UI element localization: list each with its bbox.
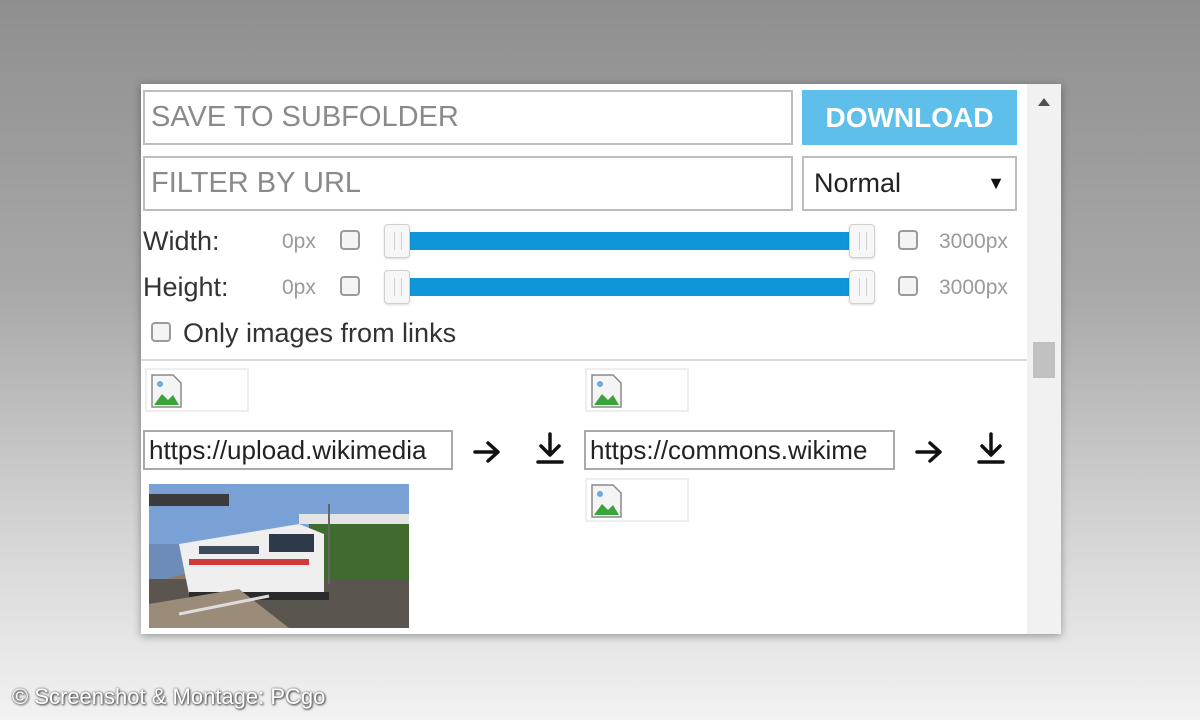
- scrollbar[interactable]: [1027, 84, 1061, 634]
- width-min-handle[interactable]: [384, 224, 410, 258]
- chevron-down-icon: ▼: [987, 173, 1005, 193]
- broken-image-icon: [591, 484, 622, 518]
- filter-mode-value: Normal: [814, 168, 902, 198]
- height-label: Height:: [143, 272, 229, 302]
- image-credit: © Screenshot & Montage: PCgo: [12, 684, 326, 709]
- download-icon[interactable]: [533, 430, 567, 466]
- width-max-checkbox[interactable]: [898, 230, 918, 250]
- width-min-checkbox[interactable]: [340, 230, 360, 250]
- chevron-up-icon[interactable]: [1038, 98, 1050, 106]
- width-slider-track[interactable]: [391, 232, 865, 250]
- width-min-value: 0px: [282, 230, 316, 253]
- arrow-right-icon[interactable]: [913, 434, 947, 470]
- height-slider-track[interactable]: [391, 278, 865, 296]
- arrow-right-icon[interactable]: [471, 434, 505, 470]
- height-min-value: 0px: [282, 276, 316, 299]
- height-min-checkbox[interactable]: [340, 276, 360, 296]
- broken-image-icon: [151, 374, 182, 408]
- height-max-value: 3000px: [939, 276, 1008, 299]
- filter-url-input[interactable]: FILTER BY URL: [143, 156, 793, 211]
- image-url-field[interactable]: https://upload.wikimedia: [143, 430, 453, 470]
- image-thumbnail[interactable]: [145, 368, 249, 412]
- height-max-handle[interactable]: [849, 270, 875, 304]
- image-url-field[interactable]: https://commons.wikime: [584, 430, 895, 470]
- download-icon[interactable]: [974, 430, 1008, 466]
- train-photo: [149, 484, 409, 628]
- width-label: Width:: [143, 226, 220, 256]
- only-links-checkbox[interactable]: [151, 322, 171, 342]
- broken-image-icon: [591, 374, 622, 408]
- download-button[interactable]: DOWNLOAD: [802, 90, 1017, 145]
- height-min-handle[interactable]: [384, 270, 410, 304]
- train-image-thumbnail[interactable]: [149, 484, 409, 628]
- only-links-label: Only images from links: [183, 318, 457, 348]
- divider: [141, 359, 1027, 361]
- filter-mode-select[interactable]: Normal ▼: [802, 156, 1017, 211]
- height-max-checkbox[interactable]: [898, 276, 918, 296]
- scroll-thumb[interactable]: [1033, 342, 1055, 378]
- subfolder-input[interactable]: SAVE TO SUBFOLDER: [143, 90, 793, 145]
- downloader-panel: SAVE TO SUBFOLDER DOWNLOAD FILTER BY URL…: [141, 84, 1061, 634]
- width-max-value: 3000px: [939, 230, 1008, 253]
- image-thumbnail[interactable]: [585, 478, 689, 522]
- image-thumbnail[interactable]: [585, 368, 689, 412]
- width-max-handle[interactable]: [849, 224, 875, 258]
